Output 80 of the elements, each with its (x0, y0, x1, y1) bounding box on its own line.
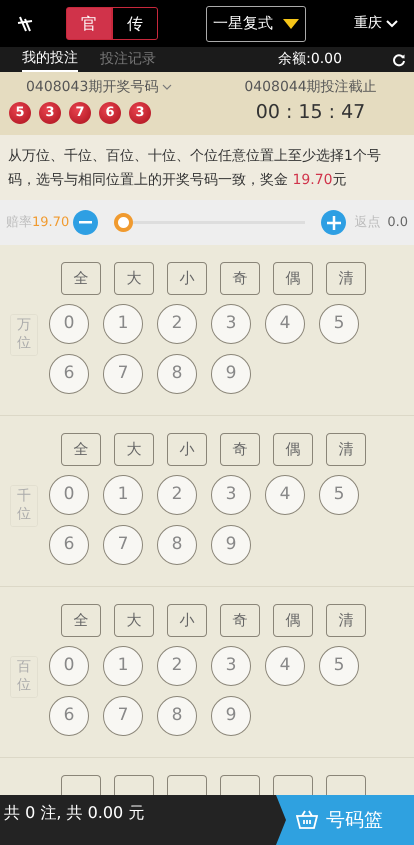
position-label: 万位 (10, 314, 38, 356)
plus-button[interactable] (321, 210, 346, 235)
basket-button[interactable]: 号码篮 (276, 795, 414, 845)
digit-ball[interactable]: 2 (157, 475, 197, 515)
quick-select-button[interactable]: 小 (167, 604, 207, 637)
minus-icon (79, 221, 92, 224)
quick-select-button[interactable]: 清 (326, 433, 366, 466)
digit-ball[interactable]: 4 (265, 646, 305, 686)
quick-select-button[interactable]: 小 (167, 433, 207, 466)
digit-ball[interactable]: 5 (319, 304, 359, 344)
result-ball: 5 (9, 102, 31, 124)
refresh-icon[interactable] (392, 52, 406, 66)
digit-ball[interactable]: 2 (157, 304, 197, 344)
digit-ball[interactable]: 7 (103, 525, 143, 565)
digit-ball[interactable]: 2 (157, 646, 197, 686)
quick-select-button[interactable]: 偶 (273, 262, 313, 295)
digit-ball[interactable]: 3 (211, 304, 251, 344)
digit-ball[interactable]: 9 (211, 696, 251, 736)
mode-tab[interactable]: 传 (112, 7, 158, 40)
digit-ball[interactable]: 0 (49, 304, 89, 344)
digit-ball[interactable]: 8 (157, 696, 197, 736)
digit-ball[interactable]: 6 (49, 525, 89, 565)
countdown-timer: 00 : 15 : 47 (256, 100, 366, 125)
quick-select-button[interactable]: 清 (326, 262, 366, 295)
digit-ball[interactable]: 8 (157, 354, 197, 394)
digit-ball[interactable]: 8 (157, 525, 197, 565)
digit-ball[interactable]: 5 (319, 646, 359, 686)
result-ball: 3 (129, 102, 151, 124)
digit-ball[interactable]: 7 (103, 696, 143, 736)
digit-ball[interactable]: 4 (265, 304, 305, 344)
quick-select-button[interactable]: 大 (114, 433, 154, 466)
position-label: 千位 (10, 485, 38, 527)
rebate-value: 0.0 (387, 214, 408, 232)
result-ball: 3 (39, 102, 61, 124)
quick-select-button[interactable]: 奇 (220, 604, 260, 637)
plus-icon (326, 216, 341, 230)
digit-ball[interactable]: 7 (103, 354, 143, 394)
play-type-dropdown[interactable]: 一星复式 (206, 6, 306, 42)
result-ball: 6 (99, 102, 121, 124)
digit-ball[interactable]: 6 (49, 354, 89, 394)
quick-select-button[interactable]: 奇 (220, 433, 260, 466)
bet-summary: 共 0 注, 共 0.00 元 (4, 803, 144, 822)
digit-ball[interactable]: 4 (265, 475, 305, 515)
position-label: 百位 (10, 656, 38, 698)
balance-text: 余额:0.00 (278, 50, 342, 69)
minus-button[interactable] (73, 210, 98, 235)
rule-description: 从万位、千位、百位、十位、个位任意位置上至少选择1个号码，选号与相同位置上的开奖号码一致，奖金 19.70元 (0, 135, 414, 200)
slider-thumb[interactable] (114, 213, 134, 232)
next-issue-text: 0408044期投注截止 (244, 78, 377, 97)
quick-select-button[interactable]: 偶 (273, 604, 313, 637)
mode-tab[interactable]: 官 (66, 7, 112, 40)
digit-ball[interactable]: 0 (49, 646, 89, 686)
quick-select-button[interactable]: 大 (114, 262, 154, 295)
caret-icon (283, 18, 299, 28)
quick-select-button[interactable]: 全 (61, 433, 101, 466)
chevron-down-icon (162, 84, 172, 91)
chevron-down-icon (386, 20, 398, 28)
odds-value: 19.70 (32, 214, 70, 232)
quick-select-button[interactable]: 大 (114, 604, 154, 637)
digit-ball[interactable]: 3 (211, 646, 251, 686)
digit-ball[interactable]: 1 (103, 646, 143, 686)
digit-ball[interactable]: 3 (211, 475, 251, 515)
basket-icon (296, 810, 318, 830)
result-ball: 7 (69, 102, 91, 124)
digit-ball[interactable]: 5 (319, 475, 359, 515)
quick-select-button[interactable]: 清 (326, 604, 366, 637)
last-issue-dropdown[interactable]: 0408043期开奖号码 (26, 77, 172, 98)
digit-ball[interactable]: 9 (211, 525, 251, 565)
digit-ball[interactable]: 0 (49, 475, 89, 515)
digit-ball[interactable]: 9 (211, 354, 251, 394)
digit-ball[interactable]: 6 (49, 696, 89, 736)
region-dropdown[interactable]: 重庆 (354, 13, 398, 34)
quick-select-button[interactable]: 全 (61, 604, 101, 637)
quick-select-button[interactable]: 偶 (273, 433, 313, 466)
quick-select-button[interactable]: 小 (167, 262, 207, 295)
quick-select-button[interactable]: 全 (61, 262, 101, 295)
digit-ball[interactable]: 1 (103, 304, 143, 344)
quick-select-button[interactable]: 奇 (220, 262, 260, 295)
subnav-tab[interactable]: 投注记录 (100, 48, 156, 70)
digit-ball[interactable]: 1 (103, 475, 143, 515)
